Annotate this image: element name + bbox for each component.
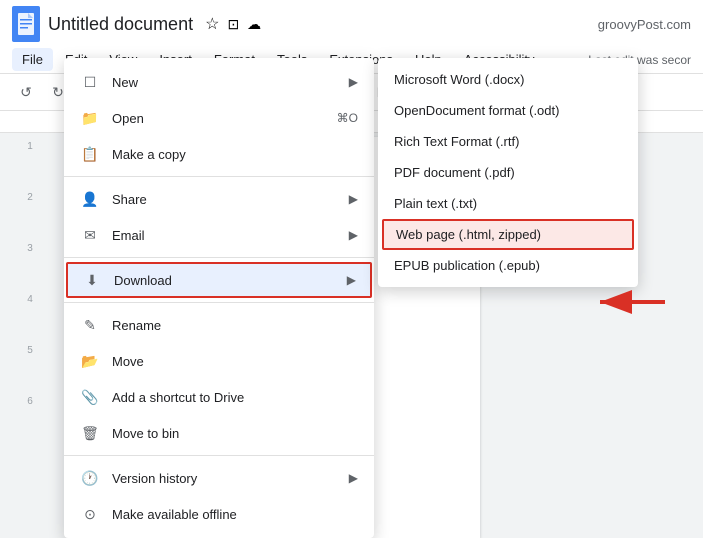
menu-item-open[interactable]: 📁 Open ⌘O bbox=[64, 100, 374, 136]
menu-item-move[interactable]: 📂 Move bbox=[64, 343, 374, 379]
submenu-txt-label: Plain text (.txt) bbox=[394, 196, 477, 211]
menu-item-bin[interactable]: 🗑 Move to bin bbox=[64, 415, 374, 451]
left-panel: 1 2 3 4 5 6 bbox=[0, 111, 60, 538]
copy-icon: 📋 bbox=[80, 144, 100, 164]
open-shortcut: ⌘O bbox=[337, 111, 358, 125]
menu-item-add-shortcut[interactable]: 📎 Add a shortcut to Drive bbox=[64, 379, 374, 415]
shortcut-icon: 📎 bbox=[80, 387, 100, 407]
submenu-odt[interactable]: OpenDocument format (.odt) bbox=[378, 95, 638, 126]
share-arrow-icon: ▶ bbox=[349, 192, 358, 206]
bin-icon: 🗑 bbox=[80, 423, 100, 443]
sep-1 bbox=[64, 176, 374, 177]
menu-item-offline-label: Make available offline bbox=[112, 507, 358, 522]
menu-item-open-label: Open bbox=[112, 111, 313, 126]
email-icon: ✉ bbox=[80, 225, 100, 245]
menu-item-rename[interactable]: ✎ Rename bbox=[64, 307, 374, 343]
download-submenu: Microsoft Word (.docx) OpenDocument form… bbox=[378, 58, 638, 287]
sep-3 bbox=[64, 302, 374, 303]
menu-item-download[interactable]: ⬇ Download ▶ bbox=[66, 262, 372, 298]
submenu-pdf-label: PDF document (.pdf) bbox=[394, 165, 515, 180]
menu-item-share[interactable]: 👤 Share ▶ bbox=[64, 181, 374, 217]
star-icon[interactable]: ☆ bbox=[205, 14, 219, 34]
menu-item-download-label: Download bbox=[114, 273, 347, 288]
share-icon: 👤 bbox=[80, 189, 100, 209]
offline-icon: ⊙ bbox=[80, 504, 100, 524]
menu-item-email[interactable]: ✉ Email ▶ bbox=[64, 217, 374, 253]
submenu-rtf[interactable]: Rich Text Format (.rtf) bbox=[378, 126, 638, 157]
submenu-odt-label: OpenDocument format (.odt) bbox=[394, 103, 559, 118]
menu-item-version-history[interactable]: 🕐 Version history ▶ bbox=[64, 460, 374, 496]
sep-2 bbox=[64, 257, 374, 258]
menu-item-move-label: Move bbox=[112, 354, 358, 369]
doc-icon bbox=[12, 6, 40, 42]
submenu-html-label: Web page (.html, zipped) bbox=[396, 227, 541, 242]
move-icon: 📂 bbox=[80, 351, 100, 371]
line-num-6: 6 bbox=[27, 396, 33, 407]
open-icon: 📁 bbox=[80, 108, 100, 128]
menu-item-email-label: Email bbox=[112, 228, 349, 243]
menu-file[interactable]: File bbox=[12, 48, 53, 71]
menu-item-copy-label: Make a copy bbox=[112, 147, 358, 162]
menu-item-make-copy[interactable]: 📋 Make a copy bbox=[64, 136, 374, 172]
title-icons: ☆ ⊡ ☁ bbox=[205, 14, 261, 34]
submenu-word-label: Microsoft Word (.docx) bbox=[394, 72, 525, 87]
new-arrow-icon: ▶ bbox=[349, 75, 358, 89]
line-num-4: 4 bbox=[27, 294, 33, 305]
download-icon: ⬇ bbox=[82, 270, 102, 290]
download-arrow-icon: ▶ bbox=[347, 273, 356, 287]
email-arrow-icon: ▶ bbox=[349, 228, 358, 242]
sep-4 bbox=[64, 455, 374, 456]
line-num-3: 3 bbox=[27, 243, 33, 254]
undo-button[interactable]: ↺ bbox=[12, 78, 40, 106]
menu-item-bin-label: Move to bin bbox=[112, 426, 358, 441]
submenu-rtf-label: Rich Text Format (.rtf) bbox=[394, 134, 519, 149]
menu-item-shortcut-label: Add a shortcut to Drive bbox=[112, 390, 358, 405]
menu-item-new[interactable]: ☐ New ▶ bbox=[64, 64, 374, 100]
submenu-epub[interactable]: EPUB publication (.epub) bbox=[378, 250, 638, 281]
history-icon: 🕐 bbox=[80, 468, 100, 488]
history-arrow-icon: ▶ bbox=[349, 471, 358, 485]
doc-title: Untitled document bbox=[48, 14, 193, 35]
new-icon: ☐ bbox=[80, 72, 100, 92]
submenu-html[interactable]: Web page (.html, zipped) bbox=[382, 219, 634, 250]
line-num-1: 1 bbox=[27, 141, 33, 152]
title-row: Untitled document ☆ ⊡ ☁ groovyPost.com bbox=[12, 6, 691, 46]
menu-item-offline[interactable]: ⊙ Make available offline bbox=[64, 496, 374, 532]
submenu-word[interactable]: Microsoft Word (.docx) bbox=[378, 64, 638, 95]
line-num-5: 5 bbox=[27, 345, 33, 356]
line-num-2: 2 bbox=[27, 192, 33, 203]
menu-item-share-label: Share bbox=[112, 192, 349, 207]
submenu-pdf[interactable]: PDF document (.pdf) bbox=[378, 157, 638, 188]
present-icon[interactable]: ⊡ bbox=[227, 16, 239, 33]
menu-item-rename-label: Rename bbox=[112, 318, 358, 333]
brand-label: groovyPost.com bbox=[598, 17, 691, 32]
red-arrow-indicator bbox=[590, 282, 670, 322]
submenu-txt[interactable]: Plain text (.txt) bbox=[378, 188, 638, 219]
submenu-epub-label: EPUB publication (.epub) bbox=[394, 258, 540, 273]
file-dropdown: ☐ New ▶ 📁 Open ⌘O 📋 Make a copy 👤 Share … bbox=[64, 58, 374, 538]
menu-item-version-label: Version history bbox=[112, 471, 349, 486]
cloud-icon[interactable]: ☁ bbox=[247, 16, 261, 33]
menu-item-new-label: New bbox=[112, 75, 349, 90]
rename-icon: ✎ bbox=[80, 315, 100, 335]
